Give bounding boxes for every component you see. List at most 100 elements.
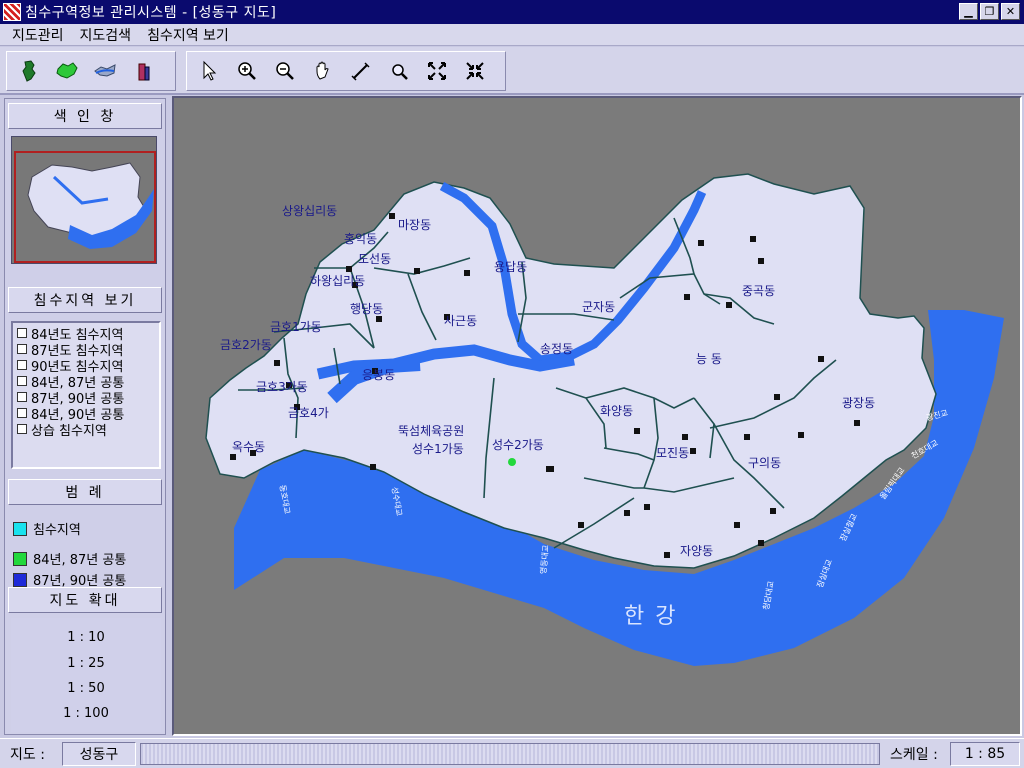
menu-bar: 지도관리 지도검색 침수지역 보기 [0,24,1024,46]
district-label: 성수1가동 [412,442,464,456]
legend-item-flood: 침수지역 [13,519,81,538]
zoom-out-button[interactable] [269,55,301,87]
district-label: 모진동 [656,446,690,460]
map-canvas[interactable]: 상왕십리동 마장동 홍익동 도선동 하왕십리동 용답동 행당동 사근동 군자동 … [172,96,1022,736]
toolbar [0,47,1024,95]
district-label: 광장동 [842,396,876,410]
river-layer-button[interactable] [89,55,121,87]
district-label: 상왕십리동 [282,204,338,218]
status-message-area [140,743,880,765]
legend-swatch [13,551,27,566]
district-label: 뚝섬체육공원 [398,424,465,438]
district-label: 응봉동 [362,368,396,382]
layer-checkbox[interactable] [17,376,27,386]
window-title: 침수구역정보 관리시스템 - [성동구 지도] [25,5,277,21]
district-label: 금호4가 [288,406,329,420]
title-bar: 침수구역정보 관리시스템 - [성동구 지도] ▁ ❐ ✕ [0,0,1024,24]
shrink-icon [466,62,484,80]
search-button[interactable] [383,55,415,87]
flood-point-marker[interactable] [508,458,516,466]
index-window-header: 색 인 창 [8,103,162,129]
zoom-level-item[interactable]: 1 : 10 [11,630,161,645]
restore-icon: ❐ [984,5,995,18]
building-button[interactable] [127,55,159,87]
pointer-icon [203,60,217,81]
left-panel: 색 인 창 침수지역 보기 84년도 침수지역 87년도 침수지역 90년도 침… [4,98,166,735]
korea-map-button[interactable] [13,55,45,87]
district-label: 중곡동 [742,284,776,298]
status-map-value: 성동구 [62,742,136,766]
full-extent-icon [428,62,446,80]
shrink-button[interactable] [459,55,491,87]
district-label: 사근동 [444,314,478,328]
flood-layer-list: 84년도 침수지역 87년도 침수지역 90년도 침수지역 84년, 87년 공… [11,321,161,469]
district-label: 홍익동 [344,232,378,246]
pan-hand-icon [316,61,329,80]
legend-label: 84년, 87년 공통 [33,553,127,568]
legend-header: 범 례 [8,479,162,505]
zoom-level-item[interactable]: 1 : 100 [11,706,161,721]
layer-checkbox[interactable] [17,424,27,434]
tool-button-group [186,51,506,91]
district-label: 도선동 [358,252,392,266]
overview-map[interactable] [11,136,157,264]
status-bar: 지도 : 성동구 스케일 : 1 : 85 [0,738,1024,768]
menu-map-management[interactable]: 지도관리 [4,25,72,45]
layer-checkbox[interactable] [17,344,27,354]
district-label: 성수2가동 [492,438,544,452]
district-label: 군자동 [582,300,616,314]
han-river-label: 한 강 [624,604,678,629]
seoul-map-icon [56,62,78,79]
district-label: 금호1가동 [270,320,322,334]
zoom-level-list: 1 : 10 1 : 25 1 : 50 1 : 100 [11,618,161,732]
district-label: 금호3가동 [256,380,308,394]
legend-swatch [13,521,27,536]
district-label: 옥수동 [232,440,266,454]
layer-checkbox[interactable] [17,360,27,370]
menu-map-search[interactable]: 지도검색 [72,25,140,45]
legend-label: 침수지역 [33,523,81,538]
district-label: 화양동 [600,404,634,418]
zoom-level-item[interactable]: 1 : 50 [11,681,161,696]
layer-button-group [6,51,176,91]
minimize-button[interactable]: ▁ [959,3,978,20]
seoul-map-button[interactable] [51,55,83,87]
zoom-out-icon [276,62,294,80]
zoom-header: 지도 확대 [8,587,162,613]
measure-button[interactable] [345,55,377,87]
menu-flood-view[interactable]: 침수지역 보기 [139,25,237,45]
zoom-in-icon [238,62,256,80]
full-extent-button[interactable] [421,55,453,87]
building-icon [138,63,150,81]
district-label: 행당동 [350,302,384,316]
layer-label: 상습 침수지역 [31,423,107,439]
overview-extent-frame[interactable] [14,151,156,263]
pointer-button[interactable] [193,55,225,87]
pan-button[interactable] [307,55,339,87]
minimize-icon: ▁ [964,5,973,18]
district-label: 금호2가동 [220,338,272,352]
layer-item[interactable]: 상습 침수지역 [17,421,155,439]
layer-checkbox[interactable] [17,408,27,418]
district-label: 구의동 [748,456,782,470]
zoom-level-item[interactable]: 1 : 25 [11,656,161,671]
close-icon: ✕ [1005,5,1016,18]
search-magnifier-icon [392,64,408,80]
district-label: 자양동 [680,544,714,558]
layer-checkbox[interactable] [17,392,27,402]
status-map-label: 지도 : [10,747,45,763]
korea-map-icon [22,60,36,82]
app-icon[interactable] [3,3,21,21]
close-button[interactable]: ✕ [1001,3,1020,20]
measure-icon [351,62,370,81]
layer-checkbox[interactable] [17,328,27,338]
district-label: 능 동 [696,352,722,366]
status-scale-value: 1 : 85 [950,742,1020,766]
district-label: 용답동 [494,260,528,274]
river-layer-icon [94,64,116,77]
restore-button[interactable]: ❐ [980,3,999,20]
district-label: 마장동 [398,218,432,232]
legend-item-84-87: 84년, 87년 공통 [13,549,126,568]
status-scale-label: 스케일 : [890,747,938,763]
zoom-in-button[interactable] [231,55,263,87]
